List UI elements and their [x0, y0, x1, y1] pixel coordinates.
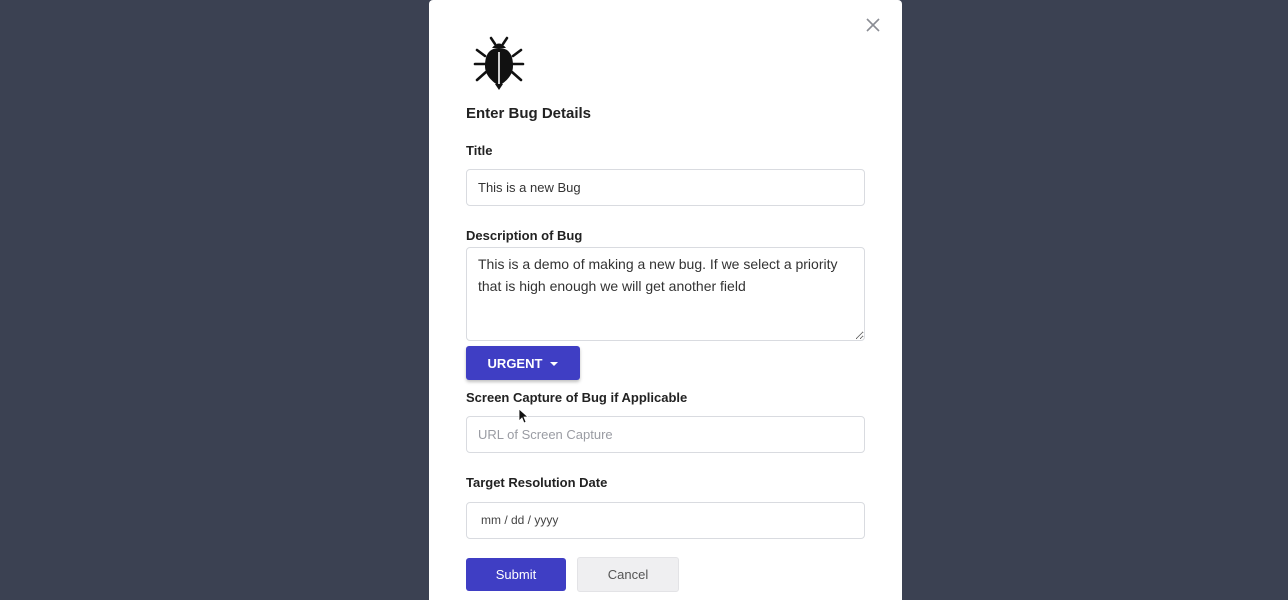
mouse-cursor-icon [518, 408, 528, 424]
cancel-button[interactable]: Cancel [577, 557, 679, 592]
target-date-input[interactable]: mm / dd / yyyy [466, 502, 865, 539]
bug-icon [473, 36, 525, 90]
priority-dropdown-button[interactable]: URGENT [466, 346, 580, 380]
priority-value: URGENT [487, 355, 543, 371]
screen-capture-label: Screen Capture of Bug if Applicable [466, 390, 688, 405]
close-icon[interactable] [864, 16, 882, 34]
date-placeholder: mm / dd / yyyy [481, 513, 559, 527]
bug-report-modal: Enter Bug Details Title Description of B… [429, 0, 902, 600]
title-label: Title [466, 143, 493, 158]
title-input[interactable] [466, 169, 865, 206]
target-date-label: Target Resolution Date [466, 475, 608, 490]
form-heading: Enter Bug Details [466, 105, 592, 122]
description-label: Description of Bug [466, 228, 583, 243]
caret-down-icon [550, 362, 559, 366]
description-textarea[interactable]: This is a demo of making a new bug. If w… [466, 247, 865, 341]
submit-button[interactable]: Submit [466, 558, 566, 591]
